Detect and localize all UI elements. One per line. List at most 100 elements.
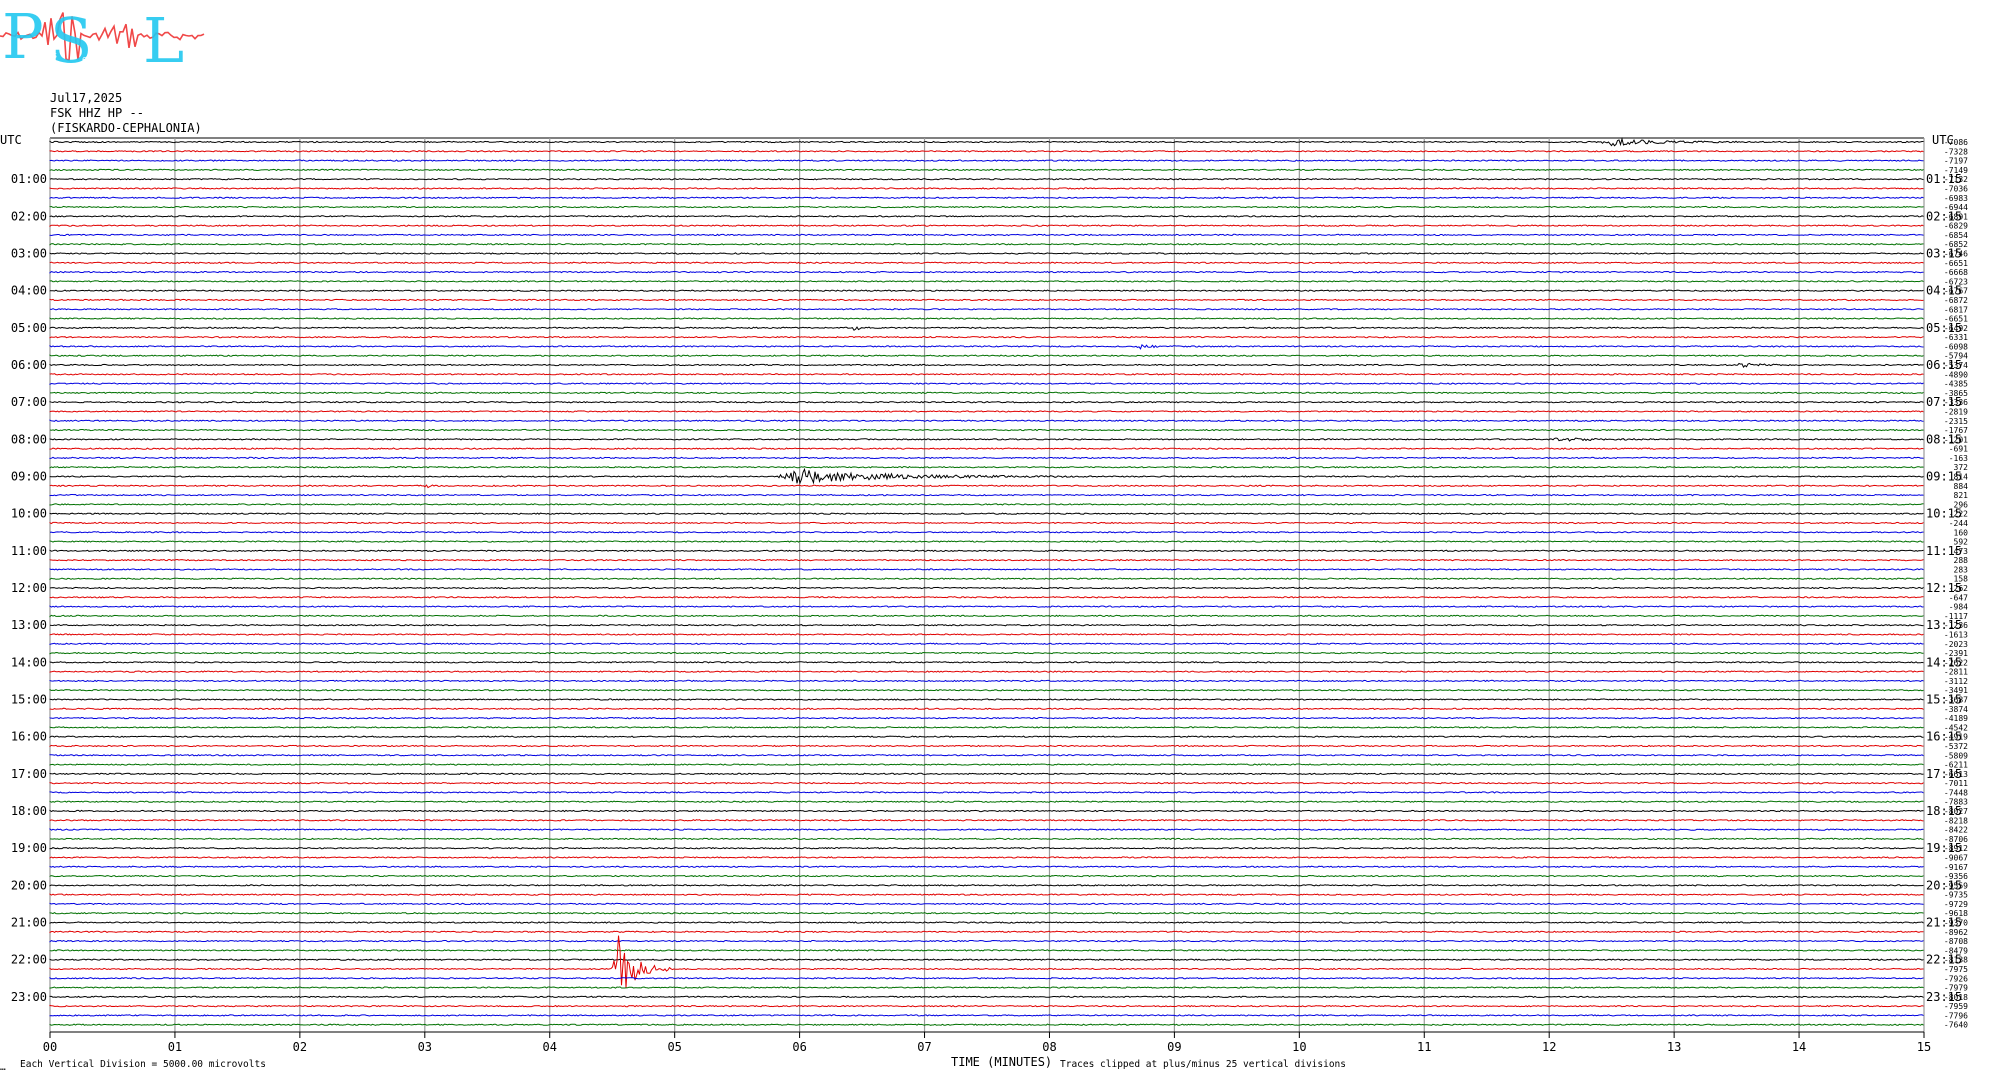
trace-line [49,410,1924,413]
trace-offset-label: -4189 [1944,714,1968,723]
trace-offset-label: -7926 [1944,974,1968,983]
hour-label-right: 03:15 [1926,247,1962,261]
trace-line [49,930,1924,934]
hour-label-right: 08:15 [1926,432,1962,446]
hour-label-right: 12:15 [1926,581,1962,595]
trace-line [49,819,1924,822]
trace-line [49,605,1924,608]
trace-line [49,614,1924,618]
trace-offset-label: -8708 [1944,937,1968,946]
trace-line [49,400,1924,404]
x-tick-label: 03 [418,1040,432,1054]
trace-line [49,707,1924,711]
trace-offset-label: -7640 [1944,1021,1968,1030]
trace-line [49,847,1924,850]
trace-line [49,958,1924,961]
trace-line [49,670,1924,673]
trace-line [49,935,1924,988]
hour-label-right: 05:15 [1926,321,1962,335]
corner-mark: … [0,1062,6,1073]
trace-offset-label: -6668 [1944,268,1968,277]
trace-line [49,568,1924,571]
x-tick-label: 14 [1792,1040,1806,1054]
x-tick-label: 04 [543,1040,557,1054]
trace-offset-label: -163 [1949,454,1968,463]
trace-line [49,493,1924,497]
x-tick-label: 12 [1542,1040,1556,1054]
hour-label-right: 04:15 [1926,284,1962,298]
x-axis-label: TIME (MINUTES) [951,1055,1053,1069]
hour-label-right: 15:15 [1926,693,1962,707]
trace-offset-label: -9167 [1944,863,1968,872]
hour-label-right: 22:15 [1926,953,1962,967]
trace-line [49,623,1924,627]
trace-line [49,679,1924,683]
trace-line [49,465,1924,469]
trace-line [49,215,1924,218]
hour-label-right: 21:15 [1926,916,1962,930]
hour-label-left: 17:00 [11,767,47,781]
trace-offset-label: 821 [1954,491,1969,500]
trace-line [49,763,1924,766]
hour-label-left: 20:00 [11,878,47,892]
trace-offset-label: -6854 [1944,231,1968,240]
trace-line [50,391,1924,395]
hour-label-left: 06:00 [11,358,47,372]
trace-line [49,596,1924,599]
trace-line [49,373,1924,376]
trace-line [49,754,1924,757]
trace-offset-label: 160 [1954,528,1969,537]
hour-label-right: 06:15 [1926,358,1962,372]
trace-line [49,828,1924,831]
x-tick-label: 07 [917,1040,931,1054]
trace-offset-label: -3112 [1944,677,1968,686]
trace-line [49,995,1924,999]
trace-offset-label: -4385 [1944,380,1968,389]
trace-line [49,865,1924,868]
trace-line [49,484,1924,489]
trace-line [49,874,1924,878]
hour-label-right: 01:15 [1926,172,1962,186]
hour-label-left: 03:00 [11,247,47,261]
trace-offset-label: -7197 [1944,157,1968,166]
scale-note: Each Vertical Division = 5000.00 microvo… [20,1059,266,1070]
trace-offset-label: -5809 [1944,751,1968,760]
trace-line [49,233,1924,237]
hour-label-left: 04:00 [11,284,47,298]
trace-line [49,633,1924,636]
trace-line [49,549,1924,553]
trace-line [49,177,1924,181]
trace-line [49,902,1924,906]
trace-line [49,512,1924,515]
hour-label-right: 17:15 [1926,767,1962,781]
trace-line [49,726,1924,729]
hour-label-left: 23:00 [11,990,47,1004]
hour-label-right: 14:15 [1926,655,1962,669]
trace-line [49,521,1924,525]
trace-line [49,137,1924,147]
x-tick-label: 10 [1292,1040,1306,1054]
hour-label-left: 11:00 [11,544,47,558]
trace-line [49,661,1924,664]
x-tick-label: 11 [1417,1040,1431,1054]
hour-label-right: 07:15 [1926,395,1962,409]
hour-label-left: 02:00 [11,209,47,223]
x-tick-label: 06 [792,1040,806,1054]
trace-line [49,150,1924,153]
trace-line [49,224,1924,227]
hour-label-left: 12:00 [11,581,47,595]
trace-line [49,326,1924,331]
trace-line [49,893,1924,896]
trace-line [49,688,1924,692]
hour-label-right: 13:15 [1926,618,1962,632]
trace-offset-label: -6983 [1944,194,1968,203]
hour-label-left: 08:00 [11,432,47,446]
clip-note: Traces clipped at plus/minus 25 vertical… [1060,1059,1346,1070]
trace-line [49,856,1924,859]
hour-label-right: 19:15 [1926,841,1962,855]
trace-line [49,531,1924,534]
x-tick-label: 15 [1917,1040,1931,1054]
trace-line [49,698,1924,701]
hour-label-left: 14:00 [11,655,47,669]
hour-label-left: 05:00 [11,321,47,335]
